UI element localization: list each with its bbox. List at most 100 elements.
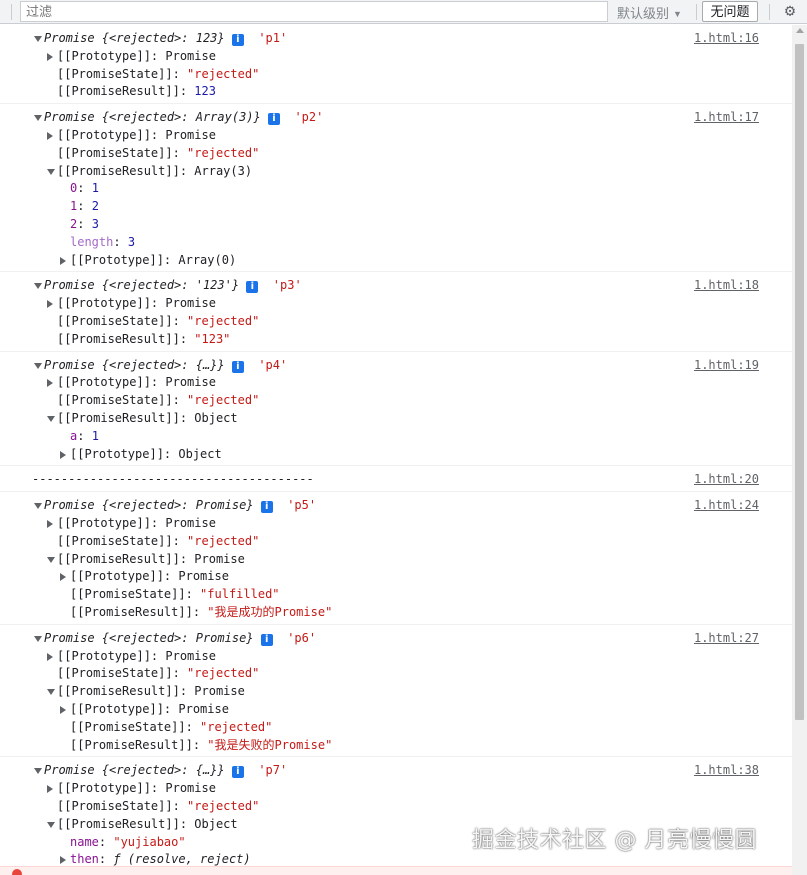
error-icon [12, 869, 22, 875]
source-link[interactable]: 1.html:19 [694, 357, 759, 374]
collapse-triangle-icon[interactable] [47, 168, 55, 175]
expand-triangle-icon[interactable] [34, 768, 42, 775]
collapse-triangle-icon[interactable] [47, 415, 55, 422]
property-row[interactable]: [[Prototype]]: Promise [47, 515, 216, 532]
expand-triangle-icon[interactable] [60, 705, 66, 714]
property-key: [[Prototype]] [70, 569, 164, 584]
promise-type: Promise [44, 763, 102, 778]
source-link[interactable]: 1.html:38 [694, 762, 759, 779]
property-separator: : [150, 648, 166, 663]
info-icon[interactable]: i [246, 281, 259, 294]
property-separator: : [150, 48, 166, 63]
collapse-triangle-icon[interactable] [47, 821, 55, 828]
log-levels-label: 默认级别 [617, 6, 670, 21]
expand-triangle-icon[interactable] [47, 300, 53, 309]
log-levels-dropdown[interactable]: 默认级别 ▼ [617, 3, 682, 22]
property-row[interactable]: [[Prototype]]: Promise [47, 780, 216, 797]
property-key: [[Prototype]] [57, 48, 151, 63]
property-key: [[Prototype]] [70, 701, 164, 716]
property-key: name [70, 834, 99, 849]
property-row[interactable]: [[PromiseResult]]: Array(3) [47, 163, 252, 180]
property-row[interactable]: [[Prototype]]: Promise [47, 127, 216, 144]
expand-triangle-icon[interactable] [47, 652, 53, 661]
property-row: [[PromiseResult]]: "我是失败的Promise" [70, 737, 332, 754]
issues-button[interactable]: 无问题 [702, 1, 758, 22]
source-link[interactable]: 1.html:24 [694, 497, 759, 514]
expand-triangle-icon[interactable] [47, 52, 53, 61]
property-key: [[PromiseResult]] [57, 331, 180, 346]
expand-triangle-icon[interactable] [34, 362, 42, 369]
property-row[interactable]: [[Prototype]]: Promise [47, 374, 216, 391]
collapse-triangle-icon[interactable] [47, 689, 55, 696]
source-link[interactable]: 1.html:17 [694, 109, 759, 126]
source-link[interactable]: 1.html:18 [694, 277, 759, 294]
property-row: [[PromiseResult]]: "我是成功的Promise" [70, 604, 332, 621]
expand-triangle-icon[interactable] [60, 256, 66, 265]
promise-summary[interactable]: Promise {<rejected>: Promise} i 'p5' [34, 497, 316, 514]
property-key: [[Prototype]] [70, 446, 164, 461]
source-link[interactable]: 1.html:27 [694, 630, 759, 647]
property-separator: : [172, 393, 188, 408]
property-row: 1: 2 [70, 198, 99, 215]
promise-type: Promise [44, 110, 102, 125]
property-row: [[PromiseResult]]: 123 [57, 83, 216, 100]
info-icon[interactable]: i [267, 113, 280, 126]
toolbar-divider [769, 4, 770, 20]
property-value: "rejected" [200, 719, 273, 734]
property-key: [[Prototype]] [57, 515, 151, 530]
expand-triangle-icon[interactable] [47, 131, 53, 140]
property-row[interactable]: [[PromiseResult]]: Object [47, 816, 238, 833]
console-message: 1.html:19 Promise {<rejected>: {…}} i 'p4… [0, 352, 792, 467]
property-value: "rejected" [187, 798, 260, 813]
promise-summary[interactable]: Promise {<rejected>: '123'} i 'p3' [34, 277, 302, 294]
promise-summary[interactable]: Promise {<rejected>: {…}} i 'p4' [34, 357, 287, 374]
info-icon[interactable]: i [260, 501, 273, 514]
property-row[interactable]: [[PromiseResult]]: Promise [47, 683, 245, 700]
info-icon[interactable]: i [231, 34, 244, 46]
property-row[interactable]: [[Prototype]]: Array(0) [60, 252, 236, 269]
scroll-up-arrow-icon[interactable] [796, 28, 804, 33]
expand-triangle-icon[interactable] [34, 283, 42, 290]
property-row[interactable]: [[PromiseResult]]: Promise [47, 551, 245, 568]
expand-triangle-icon[interactable] [60, 856, 66, 865]
filter-input[interactable] [20, 1, 608, 22]
info-icon[interactable]: i [231, 766, 244, 779]
expand-triangle-icon[interactable] [60, 450, 66, 459]
property-separator: : [172, 313, 188, 328]
property-row[interactable]: [[PromiseResult]]: Object [47, 410, 238, 427]
expand-triangle-icon[interactable] [47, 519, 53, 528]
expand-triangle-icon[interactable] [34, 115, 42, 122]
expand-triangle-icon[interactable] [47, 785, 53, 794]
property-row[interactable]: [[Prototype]]: Promise [47, 648, 216, 665]
promise-summary[interactable]: Promise {<rejected>: {…}} i 'p7' [34, 762, 287, 779]
promise-summary[interactable]: Promise {<rejected>: Array(3)} i 'p2' [34, 109, 323, 126]
source-link[interactable]: 1.html:16 [694, 30, 759, 47]
promise-type: Promise [44, 31, 102, 45]
promise-summary[interactable]: Promise {<rejected>: Promise} i 'p6' [34, 630, 316, 647]
source-link[interactable]: 1.html:20 [694, 471, 759, 488]
property-separator: : [179, 551, 195, 566]
property-value: "rejected" [187, 393, 260, 408]
console-toolbar: 默认级别▼ 无问题 ⚙ [0, 0, 807, 24]
info-icon[interactable]: i [260, 633, 273, 646]
gear-icon[interactable]: ⚙ [780, 1, 800, 21]
scrollbar-thumb[interactable] [795, 44, 804, 720]
expand-triangle-icon[interactable] [34, 503, 42, 510]
property-separator: : [172, 798, 188, 813]
property-row[interactable]: [[Prototype]]: Promise [60, 701, 229, 718]
property-separator: : [179, 410, 195, 425]
property-key: [[PromiseState]] [57, 66, 173, 81]
expand-triangle-icon[interactable] [34, 635, 42, 642]
expand-triangle-icon[interactable] [60, 573, 66, 582]
property-separator: : [163, 701, 179, 716]
property-row[interactable]: [[Prototype]]: Promise [47, 295, 216, 312]
expand-triangle-icon[interactable] [47, 379, 53, 388]
promise-summary[interactable]: Promise {<rejected>: 123} i 'p1' [34, 30, 287, 47]
property-row[interactable]: [[Prototype]]: Object [60, 446, 222, 463]
collapse-triangle-icon[interactable] [47, 556, 55, 563]
property-row[interactable]: [[Prototype]]: Promise [47, 48, 216, 65]
property-row[interactable]: [[Prototype]]: Promise [60, 568, 229, 585]
property-value: 123 [194, 84, 216, 99]
expand-triangle-icon[interactable] [34, 36, 42, 42]
info-icon[interactable]: i [231, 360, 244, 373]
